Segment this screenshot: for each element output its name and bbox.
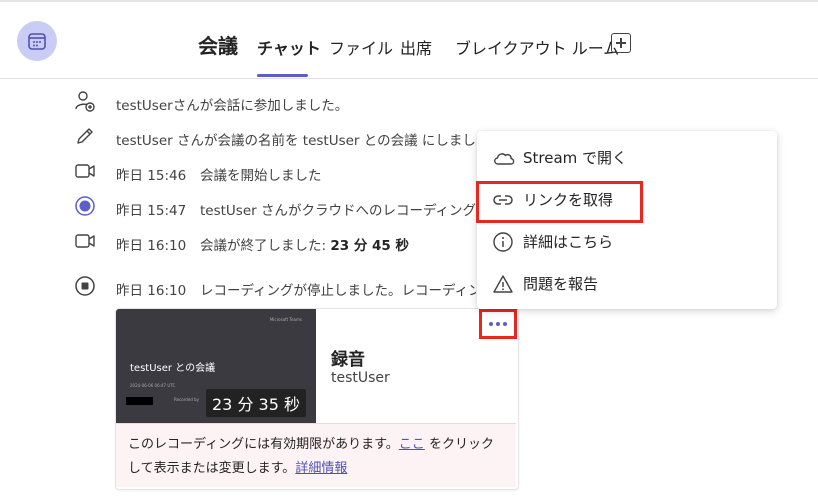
notice-here-link[interactable]: ここ xyxy=(399,437,425,452)
event-text: testUser さんが会議の名前を testUser との会議 にしました。 xyxy=(116,133,476,149)
menu-item-learn-more[interactable]: 詳細はこちら xyxy=(477,221,777,261)
thumb-title: testUser との会議 xyxy=(130,363,216,374)
person-add-icon xyxy=(74,90,96,112)
thumb-meta: 2024-06-06 06:47 UTC xyxy=(130,383,176,388)
meeting-header: 会議 チャット ファイル 出席 ブレイクアウト ルーム xyxy=(0,2,818,79)
event-text: testUserさんが会話に参加しました。 xyxy=(116,98,349,114)
recording-icon xyxy=(74,195,96,217)
cloud-icon xyxy=(492,147,515,169)
pencil-icon xyxy=(74,125,96,147)
tab-files[interactable]: ファイル xyxy=(329,35,393,59)
video-camera-icon xyxy=(74,230,96,252)
learn-more-link[interactable]: 詳細情報 xyxy=(295,461,347,476)
more-options-button[interactable] xyxy=(479,309,517,339)
menu-item-label: 詳細はこちら xyxy=(523,233,614,251)
event-time: 昨日 15:47 xyxy=(116,203,187,219)
thumb-meta2: Recorded by xyxy=(174,397,199,402)
meeting-title: 会議 xyxy=(198,34,238,58)
recording-thumbnail[interactable]: Microsoft Teams testUser との会議 2024-06-06… xyxy=(116,309,316,423)
tab-chat[interactable]: チャット xyxy=(257,35,321,59)
more-dot xyxy=(496,322,500,326)
event-text: testUser さんがクラウドへのレコーディングを開始 xyxy=(200,203,476,219)
notice-text: このレコーディングには有効期限があります。 xyxy=(128,437,399,452)
info-icon xyxy=(492,231,514,253)
stop-icon xyxy=(74,275,96,297)
menu-item-label: 問題を報告 xyxy=(523,275,599,293)
active-tab-indicator xyxy=(257,74,308,77)
more-dot xyxy=(503,322,507,326)
event-time: 昨日 16:10 xyxy=(116,283,187,299)
meeting-duration: 23 分 45 秒 xyxy=(330,238,410,254)
event-text: 会議が終了しました: 23 分 45 秒 xyxy=(200,234,409,254)
add-tab-icon[interactable] xyxy=(611,33,631,53)
video-camera-icon xyxy=(74,160,96,182)
warning-icon xyxy=(492,273,514,295)
event-time: 昨日 16:10 xyxy=(116,238,187,254)
expiration-notice: このレコーディングには有効期限があります。ここ をクリックして表示または変更しま… xyxy=(116,423,516,487)
event-text-plain: 会議が終了しました: xyxy=(200,238,331,254)
get-link-highlight xyxy=(476,181,643,223)
chat-event: testUserさんが会話に参加しました。 xyxy=(0,90,818,116)
recording-duration: 23 分 35 秒 xyxy=(206,389,306,417)
tab-breakout-rooms[interactable]: ブレイクアウト ルーム xyxy=(455,35,619,59)
menu-item-open-in-stream[interactable]: Stream で開く xyxy=(477,137,777,177)
recording-card[interactable]: Microsoft Teams testUser との会議 2024-06-06… xyxy=(115,308,519,490)
calendar-avatar-icon xyxy=(17,21,57,61)
thumb-org: Microsoft Teams xyxy=(269,317,302,322)
menu-item-report-problem[interactable]: 問題を報告 xyxy=(477,263,777,303)
event-text: 会議を開始しました xyxy=(200,168,322,184)
event-text: レコーディングが停止しました。レコーディングを保存 xyxy=(200,283,476,299)
more-dot xyxy=(489,322,493,326)
event-time: 昨日 15:46 xyxy=(116,168,187,184)
tab-attendance[interactable]: 出席 xyxy=(400,35,432,59)
recording-owner: testUser xyxy=(331,370,390,386)
recording-name: 録音 xyxy=(331,350,365,370)
menu-item-label: Stream で開く xyxy=(523,149,628,167)
redaction-bar xyxy=(126,397,153,405)
